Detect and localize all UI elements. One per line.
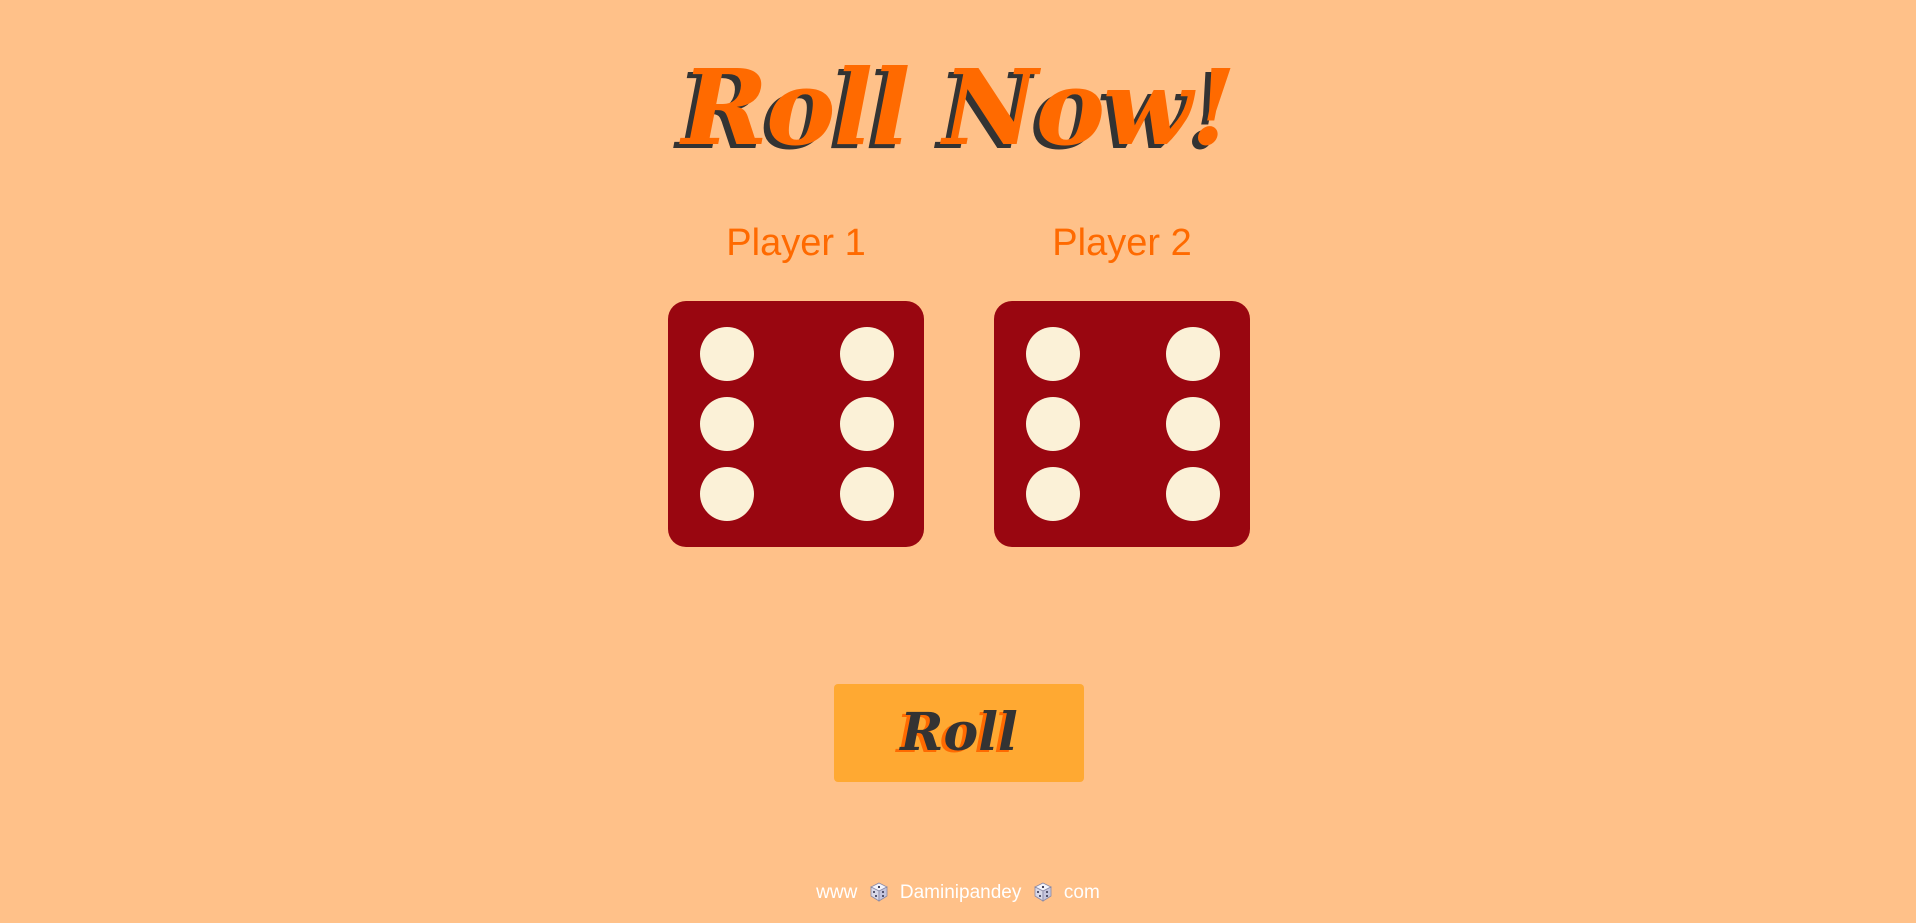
die-pip <box>840 397 894 451</box>
die-pip <box>840 327 894 381</box>
die-pip <box>700 397 754 451</box>
footer-prefix: www <box>816 882 858 903</box>
die-pip <box>1026 327 1080 381</box>
footer-suffix: com <box>1063 882 1100 903</box>
player-2-label: Player 2 <box>1052 222 1192 264</box>
dice-icon <box>869 882 888 902</box>
roll-button[interactable]: Roll <box>834 684 1084 782</box>
die-pip <box>700 467 754 521</box>
die-pip <box>840 467 894 521</box>
footer-name: Daminipandey <box>899 882 1022 903</box>
footer-credit: www Daminipandey com <box>0 876 1916 910</box>
die-pip <box>1166 467 1220 521</box>
die-pip <box>700 327 754 381</box>
player-1-die <box>668 301 924 547</box>
page-title: Roll Now! <box>681 46 1237 169</box>
die-pip <box>1166 397 1220 451</box>
die-pip <box>1026 397 1080 451</box>
player-1-label: Player 1 <box>726 222 866 264</box>
die-pip <box>1026 467 1080 521</box>
player-2-die <box>994 301 1250 547</box>
die-pip <box>1166 327 1220 381</box>
dice-icon <box>1033 882 1052 902</box>
